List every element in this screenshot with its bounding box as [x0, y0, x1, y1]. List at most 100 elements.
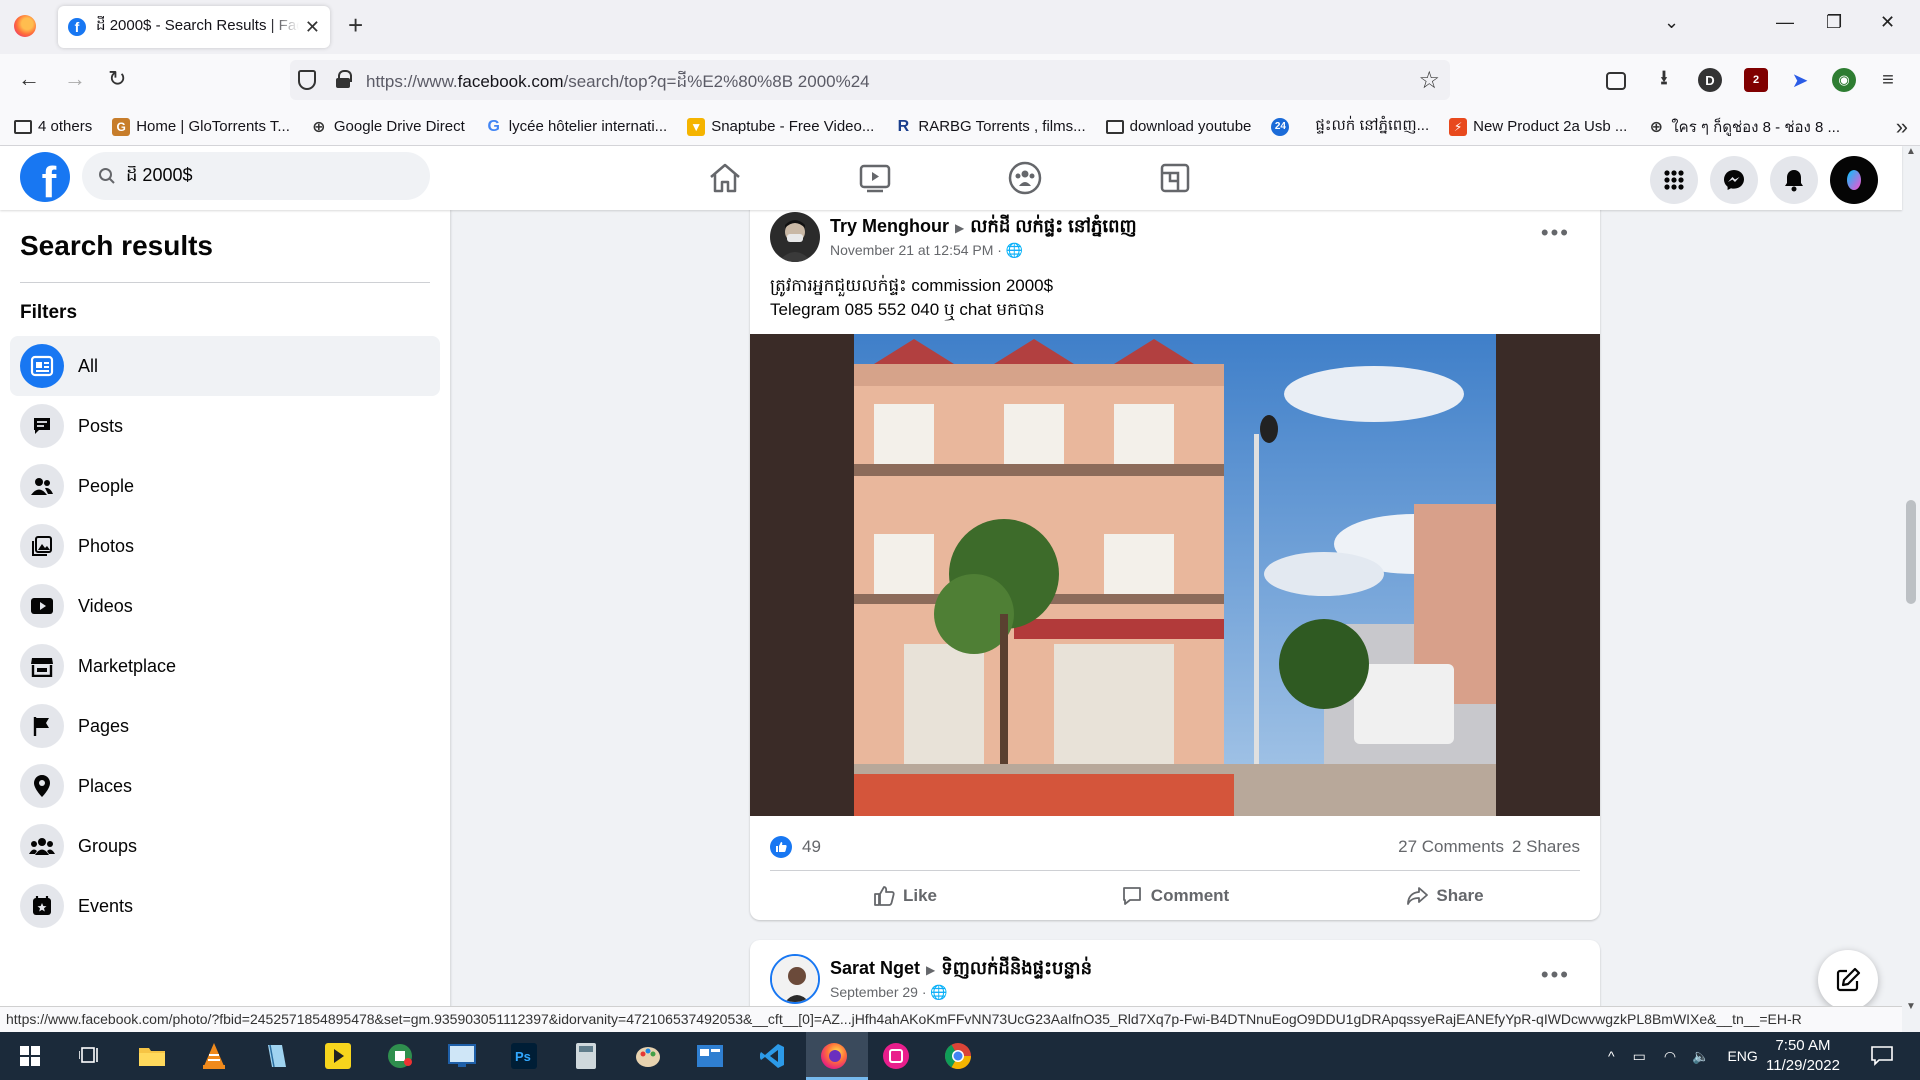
input-language[interactable]: ENG	[1727, 1048, 1757, 1064]
filter-groups[interactable]: Groups	[10, 816, 440, 876]
bookmark-new-product[interactable]: ⚡ New Product 2a Usb ...	[1449, 117, 1627, 136]
scroll-up-icon[interactable]: ▲	[1906, 146, 1916, 157]
wifi-icon[interactable]: ◠	[1664, 1048, 1676, 1065]
bookmark-news24[interactable]: 24	[1271, 117, 1295, 136]
firefox-taskbar-icon[interactable]	[818, 1040, 850, 1072]
filter-videos[interactable]: Videos	[10, 576, 440, 636]
photoshop-icon[interactable]: Ps	[508, 1040, 540, 1072]
extension-arrow-icon[interactable]: ➤	[1788, 68, 1812, 92]
filter-photos[interactable]: Photos	[10, 516, 440, 576]
bookmark-google-drive-direct[interactable]: ⊕ Google Drive Direct	[310, 118, 465, 136]
back-arrow-icon[interactable]: ←	[18, 68, 40, 90]
player-app-icon[interactable]	[322, 1040, 354, 1072]
url-text[interactable]: https://www.facebook.com/search/top?q=ដី…	[366, 71, 870, 96]
restore-button[interactable]: ❐	[1826, 12, 1842, 33]
ublock-icon[interactable]: 2	[1744, 68, 1768, 92]
control-panel-icon[interactable]	[694, 1040, 726, 1072]
reload-icon[interactable]: ↻	[108, 68, 126, 90]
pocket-icon[interactable]	[1606, 72, 1626, 90]
show-hidden-icons[interactable]: ^	[1608, 1048, 1615, 1064]
post-group-name[interactable]: លក់ដី លក់ផ្ទះ នៅភ្នំពេញ	[970, 216, 1136, 236]
bookmark-folder-others[interactable]: 4 others	[14, 118, 92, 135]
post-options-icon[interactable]: •••	[1541, 220, 1570, 246]
extension-green-icon[interactable]: ◉	[1832, 68, 1856, 92]
taskbar-clock[interactable]: 7:50 AM 11/29/2022	[1766, 1036, 1840, 1076]
task-view-icon[interactable]	[74, 1040, 106, 1072]
filter-people[interactable]: People	[10, 456, 440, 516]
address-bar[interactable]: https://www.facebook.com/search/top?q=ដី…	[290, 60, 1450, 100]
notifications-center-icon[interactable]	[1866, 1040, 1898, 1072]
app-notepad-icon[interactable]	[260, 1040, 292, 1072]
vscode-icon[interactable]	[756, 1040, 788, 1072]
chrome-icon[interactable]	[942, 1040, 974, 1072]
menu-button[interactable]	[1650, 156, 1698, 204]
downloads-icon[interactable]: ⭳	[1652, 67, 1676, 92]
file-explorer-icon[interactable]	[136, 1040, 168, 1072]
post-photo[interactable]	[750, 334, 1600, 816]
menu-hamburger-icon[interactable]: ≡	[1876, 68, 1900, 92]
tracking-shield-icon[interactable]	[298, 70, 316, 90]
filter-marketplace[interactable]: Marketplace	[10, 636, 440, 696]
nav-watch[interactable]	[800, 146, 950, 210]
author-avatar[interactable]	[770, 954, 820, 1004]
vlc-icon[interactable]	[198, 1040, 230, 1072]
like-button[interactable]: Like	[770, 876, 1040, 916]
author-avatar[interactable]	[770, 212, 820, 262]
bookmark-glotorrents[interactable]: G Home | GloTorrents T...	[112, 117, 290, 136]
facebook-search-box[interactable]	[82, 152, 430, 200]
nav-gaming[interactable]	[1100, 146, 1250, 210]
battery-icon[interactable]: ▭	[1633, 1048, 1646, 1065]
close-window-button[interactable]: ✕	[1880, 12, 1895, 33]
kaspersky-app-icon[interactable]	[384, 1040, 416, 1072]
messenger-button[interactable]	[1710, 156, 1758, 204]
bookmark-khmer-houses[interactable]: ផ្ទះលក់ នៅភ្នំពេញ...	[1315, 116, 1429, 138]
like-count[interactable]: 49	[802, 837, 821, 857]
nav-home[interactable]	[650, 146, 800, 210]
remote-desktop-icon[interactable]	[446, 1040, 478, 1072]
comments-count[interactable]: 27 Comments	[1398, 837, 1504, 856]
windows-start-icon[interactable]	[14, 1040, 46, 1072]
volume-icon[interactable]: 🔈	[1692, 1048, 1709, 1065]
tab-close-icon[interactable]: ✕	[305, 17, 320, 38]
filter-all[interactable]: All	[10, 336, 440, 396]
facebook-logo-icon[interactable]: f	[20, 152, 70, 202]
page-scrollbar[interactable]: ▲ ▼	[1902, 146, 1920, 1012]
firefox-logo-icon[interactable]	[14, 15, 36, 37]
bookmark-download-youtube[interactable]: download youtube	[1105, 118, 1251, 135]
bookmark-lycee[interactable]: Glycée hôtelier internati...	[485, 118, 668, 136]
list-all-tabs-icon[interactable]: ⌄	[1664, 12, 1679, 33]
extension-d-icon[interactable]: D	[1698, 68, 1722, 92]
post-timestamp[interactable]: November 21 at 12:54 PM	[830, 242, 993, 258]
new-message-button[interactable]	[1818, 950, 1878, 1010]
app-pink-icon[interactable]	[880, 1040, 912, 1072]
forward-arrow-icon[interactable]: →	[64, 68, 86, 90]
notifications-button[interactable]	[1770, 156, 1818, 204]
post-timestamp[interactable]: September 29	[830, 984, 918, 1000]
filter-events[interactable]: Events	[10, 876, 440, 936]
post-author-name[interactable]: Sarat Nget	[830, 958, 920, 978]
like-reaction-icon[interactable]	[770, 836, 792, 858]
filter-pages[interactable]: Pages	[10, 696, 440, 756]
search-input[interactable]	[126, 165, 406, 187]
bookmark-star-icon[interactable]: ☆	[1418, 66, 1440, 95]
bookmarks-overflow-icon[interactable]: »	[1896, 114, 1908, 140]
bookmark-snaptube[interactable]: ▼ Snaptube - Free Video...	[687, 117, 874, 136]
new-tab-button[interactable]: +	[348, 12, 363, 38]
bookmark-rarbg[interactable]: R RARBG Torrents , films...	[894, 118, 1086, 136]
account-button[interactable]	[1830, 156, 1878, 204]
comment-button[interactable]: Comment	[1040, 876, 1310, 916]
minimize-button[interactable]: —	[1776, 12, 1794, 33]
nav-groups[interactable]	[950, 146, 1100, 210]
post-options-icon[interactable]: •••	[1541, 962, 1570, 988]
filter-places[interactable]: Places	[10, 756, 440, 816]
share-button[interactable]: Share	[1310, 876, 1580, 916]
scrollbar-thumb[interactable]	[1906, 500, 1916, 604]
shares-count[interactable]: 2 Shares	[1512, 837, 1580, 856]
lock-icon[interactable]	[336, 70, 352, 88]
bookmark-channel-8[interactable]: ⊕ ใคร ๆ ก็ดูช่อง 8 - ช่อง 8 ...	[1647, 115, 1840, 139]
browser-tab-active[interactable]: f ដី 2000$ - Search Results | Facebook ✕	[58, 6, 330, 48]
calculator-icon[interactable]	[570, 1040, 602, 1072]
paint-icon[interactable]	[632, 1040, 664, 1072]
scroll-down-icon[interactable]: ▼	[1906, 1001, 1916, 1012]
post-group-name[interactable]: ទិញលក់ដីនិងផ្ទះបន្ទាន់	[941, 958, 1092, 978]
